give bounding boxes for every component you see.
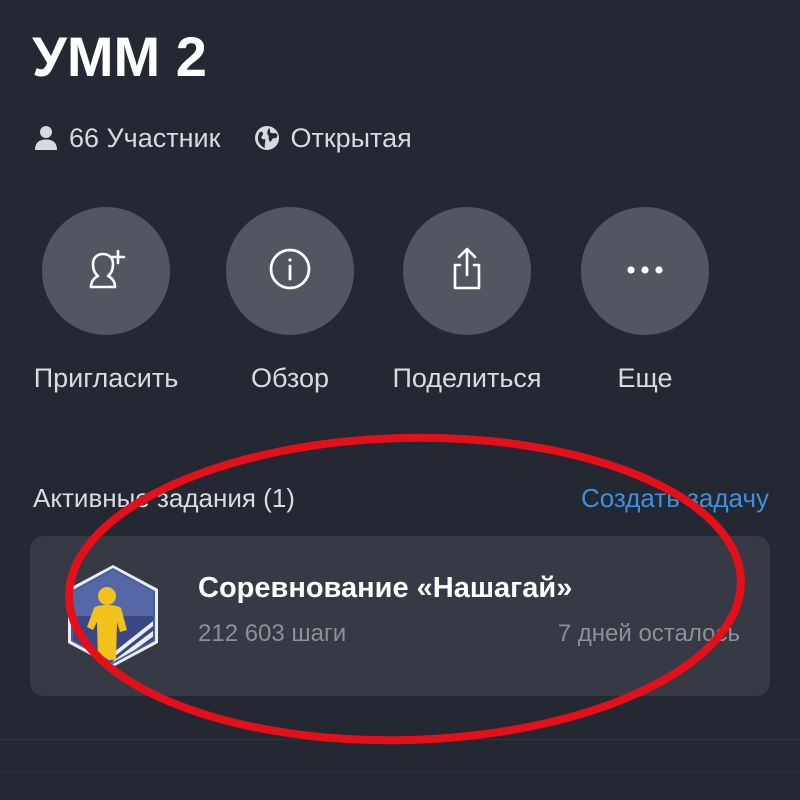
person-icon	[33, 125, 59, 151]
invite-circle[interactable]	[42, 207, 170, 335]
overview-label: Обзор	[251, 363, 329, 393]
group-screen: УММ 2 66 Участник Открытая Пригласить Об…	[0, 0, 800, 800]
visibility-label: Открытая	[290, 122, 412, 153]
visibility-info: Открытая	[254, 122, 412, 154]
task-days-left: 7 дней осталось	[557, 620, 740, 647]
share-label: Поделиться	[392, 363, 542, 393]
page-title: УММ 2	[32, 25, 207, 88]
share-button[interactable]: Поделиться	[377, 207, 557, 395]
members-count: 66 Участник	[69, 122, 221, 153]
divider	[0, 739, 800, 740]
task-steps: 212 603 шаги	[198, 620, 347, 647]
members-info[interactable]: 66 Участник	[33, 123, 220, 154]
share-circle[interactable]	[403, 207, 531, 335]
share-icon	[445, 245, 489, 298]
action-bar: Пригласить Обзор Поделиться Еще	[32, 207, 772, 427]
task-card[interactable]: Соревнование «Нашагай» 212 603 шаги 7 дн…	[30, 536, 770, 696]
info-icon	[267, 246, 313, 297]
group-meta: 66 Участник Открытая	[33, 118, 412, 158]
create-task-link[interactable]: Создать задачу	[581, 483, 769, 514]
invite-button[interactable]: Пригласить	[16, 207, 196, 395]
active-tasks-header: Активные задания (1) Создать задачу	[33, 478, 769, 518]
divider-bottom	[0, 772, 800, 773]
more-circle[interactable]	[581, 207, 709, 335]
overview-button[interactable]: Обзор	[200, 207, 380, 395]
task-title: Соревнование «Нашагай»	[198, 572, 573, 604]
add-user-icon	[82, 245, 130, 298]
overview-circle[interactable]	[226, 207, 354, 335]
challenge-badge-icon	[64, 564, 162, 668]
active-tasks-title: Активные задания (1)	[33, 482, 295, 513]
more-button[interactable]: Еще	[555, 207, 735, 395]
globe-icon	[254, 125, 280, 151]
more-label: Еще	[617, 363, 673, 393]
invite-label: Пригласить	[33, 363, 179, 393]
more-icon	[625, 262, 665, 280]
